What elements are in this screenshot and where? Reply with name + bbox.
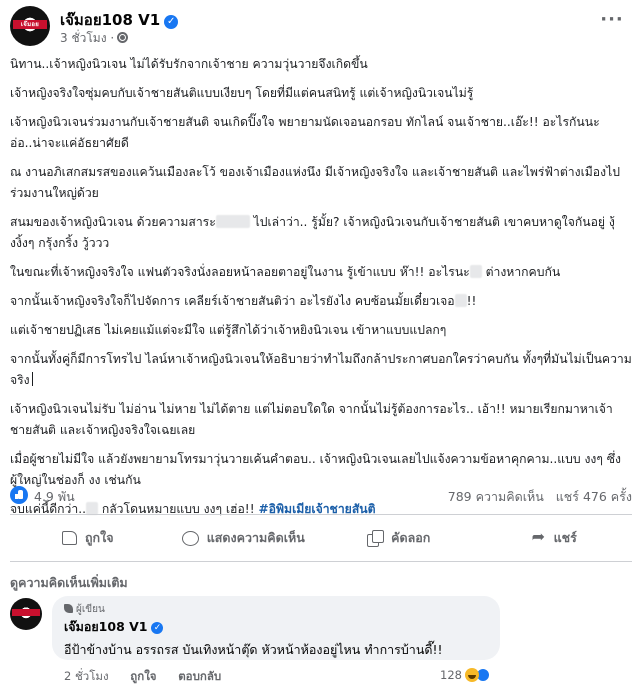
comment-time[interactable]: 2 ชั่วโมง xyxy=(64,669,109,683)
post-meta: 3 ชั่วโมง · xyxy=(60,29,129,48)
avatar-label: เจ๊มอย xyxy=(20,21,40,28)
post-paragraph: ณ งานอภิเสกสมรสของแคว้นเมืองละโว้ ของเจ้… xyxy=(10,165,620,200)
post-paragraph: ในขณะที่เจ้าหญิงจริงใจ แฟนตัวจริงนั่งลอย… xyxy=(10,262,632,283)
post-actions: ถูกใจ แสดงความคิดเห็น คัดลอก แชร์ xyxy=(10,522,632,554)
text-segment: ต่างหากคบกัน xyxy=(485,265,561,279)
share-count[interactable]: แชร์ 476 ครั้ง xyxy=(556,489,632,504)
text-segment: จากนั้นเจ้าหญิงจริงใจก็ไปจัดการ เคลียร์เ… xyxy=(10,294,455,308)
share-button[interactable]: แชร์ xyxy=(477,522,633,554)
author-avatar[interactable]: เจ๊มอย xyxy=(10,6,50,46)
copy-label: คัดลอก xyxy=(391,530,431,545)
like-label: ถูกใจ xyxy=(84,530,114,545)
facebook-post: เจ๊มอย เจ๊มอย108 V1 ✓ 3 ชั่วโมง · ··· นิท… xyxy=(0,0,644,692)
globe-icon xyxy=(117,32,129,43)
share-label: แชร์ xyxy=(553,530,577,545)
more-options-button[interactable]: ··· xyxy=(598,10,626,38)
comment-reply-button[interactable]: ตอบกลับ xyxy=(178,669,221,683)
author-name[interactable]: เจ๊มอย108 V1 xyxy=(60,11,160,29)
laugh-emoji-icon xyxy=(464,668,479,682)
text-segment: จากนั้นทั้งคู่ก็มีการโทรไป ไลน์หาเจ้าหญิ… xyxy=(10,352,632,387)
view-more-comments-link[interactable]: ดูความคิดเห็นเพิ่มเติม xyxy=(10,573,128,593)
redacted-text xyxy=(469,265,482,278)
like-button[interactable]: ถูกใจ xyxy=(10,522,166,554)
redacted-text xyxy=(454,294,467,307)
comment-button[interactable]: แสดงความคิดเห็น xyxy=(166,522,322,554)
like-reaction-icon xyxy=(10,486,28,504)
author-badge: ผู้เขียน xyxy=(64,602,488,616)
comment-text: อีป้าข้างบ้าน อรรถรส บันเทิงหน้าตุ๊ด หัว… xyxy=(64,642,443,657)
divider xyxy=(10,514,632,515)
text-segment: !! xyxy=(466,294,477,308)
share-icon xyxy=(532,527,546,546)
text-segment: ในขณะที่เจ้าหญิงจริงใจ แฟนตัวจริงนั่งลอย… xyxy=(10,265,470,279)
comment-icon xyxy=(181,530,199,546)
comment-bubble: ผู้เขียน เจ๊มอย108 V1 ✓ อีป้าข้างบ้าน อรร… xyxy=(52,596,500,660)
post-paragraph: เจ้าหญิงนิวเจนร่วมงานกับเจ้าชายสันติ จนเ… xyxy=(10,115,600,150)
comment-actions: 2 ชั่วโมง ถูกใจ ตอบกลับ xyxy=(64,668,239,686)
divider xyxy=(10,561,632,562)
post-stats: 4.9 พัน 789 ความคิดเห็น แชร์ 476 ครั้ง xyxy=(10,485,632,507)
verified-icon: ✓ xyxy=(164,15,179,29)
post-paragraph: จากนั้นทั้งคู่ก็มีการโทรไป ไลน์หาเจ้าหญิ… xyxy=(10,349,632,391)
comment-like-button[interactable]: ถูกใจ xyxy=(130,669,156,683)
reaction-count[interactable]: 4.9 พัน xyxy=(34,487,75,507)
post-paragraph: สนมของเจ้าหญิงนิวเจน ด้วยความสาระ ไปเล่า… xyxy=(10,212,632,254)
post-paragraph: เจ้าหญิงจริงใจซุ่มคบกับเจ้าชายสันติแบบเง… xyxy=(10,86,474,100)
comment-label: แสดงความคิดเห็น xyxy=(206,530,305,545)
engagement-counts: 789 ความคิดเห็น แชร์ 476 ครั้ง xyxy=(440,487,632,507)
post-paragraph: แต่เจ้าชายปฏิเสธ ไม่เคยแม้แต่จะมีใจ แต่ร… xyxy=(10,323,447,337)
comment-author-row: เจ๊มอย108 V1 ✓ xyxy=(64,617,488,637)
copy-icon xyxy=(367,530,385,547)
post-paragraph: นิทาน..เจ้าหญิงนิวเจน ไม่ได้รับรักจากเจ้… xyxy=(10,57,368,71)
comment-reactions[interactable]: 128 xyxy=(440,668,490,682)
comment-reaction-count: 128 xyxy=(440,668,462,682)
thumbs-up-icon xyxy=(61,531,77,545)
commenter-avatar[interactable] xyxy=(10,598,42,630)
verified-icon: ✓ xyxy=(151,622,164,634)
redacted-text xyxy=(215,215,250,228)
post-header: เจ๊มอย เจ๊มอย108 V1 ✓ 3 ชั่วโมง · ··· xyxy=(10,6,630,46)
comment-count[interactable]: 789 ความคิดเห็น xyxy=(448,489,544,504)
text-segment: สนมของเจ้าหญิงนิวเจน ด้วยความสาระ xyxy=(10,215,216,229)
author-badge-label: ผู้เขียน xyxy=(76,604,105,615)
post-time[interactable]: 3 ชั่วโมง xyxy=(60,31,107,45)
text-cursor xyxy=(31,372,33,386)
copy-button[interactable]: คัดลอก xyxy=(321,522,477,554)
pen-icon xyxy=(64,604,73,613)
post-body: นิทาน..เจ้าหญิงนิวเจน ไม่ได้รับรักจากเจ้… xyxy=(10,54,632,528)
post-paragraph: จากนั้นเจ้าหญิงจริงใจก็ไปจัดการ เคลียร์เ… xyxy=(10,291,632,312)
comment-author[interactable]: เจ๊มอย108 V1 xyxy=(64,619,147,634)
post-paragraph: เจ้าหญิงนิวเจนไม่รับ ไม่อ่าน ไม่หาย ไม่ไ… xyxy=(10,402,613,437)
